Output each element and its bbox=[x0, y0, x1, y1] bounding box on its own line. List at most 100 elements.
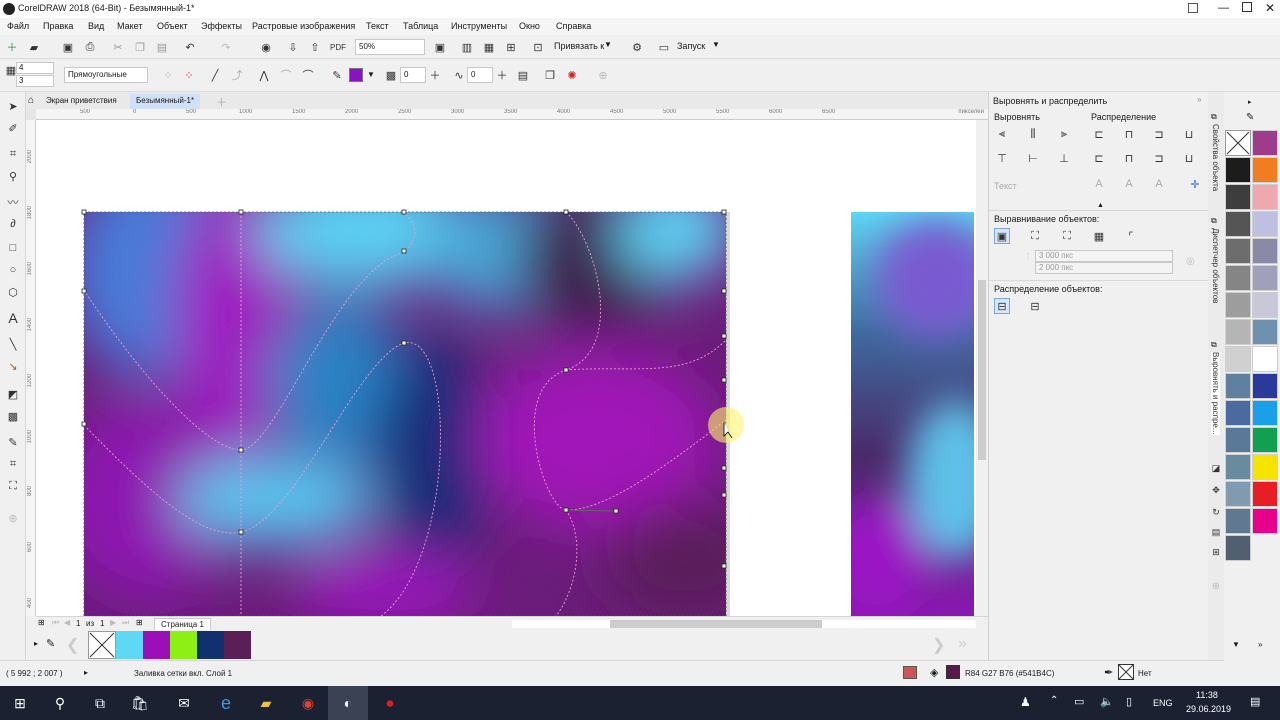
dist-middle-icon[interactable]: ⊓ bbox=[1121, 150, 1137, 166]
new-tab-icon[interactable]: ＋ bbox=[216, 94, 227, 110]
launch-dropdown[interactable]: Запуск bbox=[677, 41, 705, 51]
transparency-field[interactable]: 0 bbox=[400, 67, 426, 83]
palette-swatch[interactable] bbox=[1252, 238, 1278, 264]
second-gradient-object[interactable] bbox=[826, 212, 976, 616]
palette-swatch[interactable] bbox=[1252, 130, 1278, 156]
dock-tool-4-icon[interactable]: ▤ bbox=[1208, 524, 1224, 540]
dist-space-icon[interactable]: ⊔ bbox=[1181, 126, 1197, 142]
align-active-objects-icon[interactable]: ▣ bbox=[994, 228, 1010, 244]
palette-swatch[interactable] bbox=[1252, 292, 1278, 318]
clock-time[interactable]: 11:38 bbox=[1196, 690, 1218, 700]
dist-right-icon[interactable]: ⊐ bbox=[1151, 126, 1167, 142]
palette-swatch[interactable] bbox=[1225, 400, 1251, 426]
options-gear-icon[interactable]: ⚙ bbox=[629, 39, 645, 55]
align-page-center-icon[interactable]: ⛶ bbox=[1059, 228, 1075, 244]
freehand-tool-icon[interactable]: 〰 bbox=[5, 194, 21, 210]
palette-swatch[interactable] bbox=[1225, 454, 1251, 480]
target-point-icon[interactable]: ◎ bbox=[1186, 256, 1195, 267]
x-coord-field[interactable]: 3 000 пкс bbox=[1035, 250, 1173, 262]
palette-swatch[interactable] bbox=[1252, 346, 1278, 372]
battery-icon[interactable]: ▯ bbox=[1126, 695, 1132, 708]
align-right-icon[interactable]: ⫸ bbox=[1056, 126, 1072, 142]
to-line-icon[interactable]: ╱ bbox=[207, 67, 223, 83]
artwork-svg[interactable] bbox=[36, 120, 976, 616]
ellipse-tool-icon[interactable]: ○ bbox=[5, 262, 21, 278]
store-icon[interactable]: 🛍 bbox=[120, 686, 160, 720]
menu-table[interactable]: Таблица bbox=[403, 21, 438, 31]
smoothness-icon[interactable]: ∿ bbox=[451, 67, 467, 83]
smooth-node-icon[interactable]: ⌒ bbox=[278, 67, 294, 83]
search-content-icon[interactable]: ◉ bbox=[258, 39, 274, 55]
pick-tool-icon[interactable]: ➤ bbox=[5, 98, 21, 114]
palette-swatch[interactable] bbox=[1252, 373, 1278, 399]
page-add-icon[interactable]: ⊞ bbox=[38, 618, 45, 627]
guidelines-icon[interactable]: ⊞ bbox=[503, 39, 519, 55]
docker-tab-align[interactable]: Выровнять и распре... bbox=[1211, 352, 1220, 435]
align-center-h-icon[interactable]: ⫼ bbox=[1025, 126, 1041, 142]
export-icon[interactable]: ⇧ bbox=[307, 39, 323, 55]
palette-swatch[interactable] bbox=[1225, 238, 1251, 264]
to-curve-icon[interactable]: ⤴ bbox=[229, 67, 245, 83]
zoom-tool-icon[interactable]: ⚲ bbox=[5, 168, 21, 184]
palette-swatch[interactable] bbox=[1252, 454, 1278, 480]
crop-tool-icon[interactable]: ⌗ bbox=[5, 146, 21, 162]
palette-swatch[interactable] bbox=[1225, 346, 1251, 372]
first-page-icon[interactable]: ⏮ bbox=[52, 618, 59, 628]
palette-swatch[interactable] bbox=[1225, 481, 1251, 507]
recorder-icon[interactable]: ⏺ bbox=[370, 686, 410, 720]
transparency-plus-icon[interactable]: ＋ bbox=[427, 67, 443, 83]
palette-swatch[interactable] bbox=[1252, 211, 1278, 237]
chrome-icon[interactable]: ◉ bbox=[288, 686, 328, 720]
palette-swatch[interactable] bbox=[1225, 319, 1251, 345]
last-page-icon[interactable]: ⏭ bbox=[122, 618, 129, 628]
redo-icon[interactable]: ↷ bbox=[218, 39, 234, 55]
rows-field[interactable]: 4 bbox=[16, 62, 54, 74]
palette-swatch[interactable] bbox=[1225, 211, 1251, 237]
fill-color-picker[interactable] bbox=[349, 68, 363, 82]
rectangle-tool-icon[interactable]: □ bbox=[5, 240, 21, 256]
align-grid-icon[interactable]: ▦ bbox=[1091, 228, 1107, 244]
doc-swatch-1[interactable] bbox=[143, 631, 170, 659]
docker-tab-objects[interactable]: Диспетчер объектов bbox=[1211, 228, 1220, 303]
maximize-button[interactable] bbox=[1242, 2, 1252, 12]
palette-scroll-end-icon[interactable]: » bbox=[958, 635, 967, 653]
smoothness-plus-icon[interactable]: ＋ bbox=[494, 67, 510, 83]
palette-eyedropper-icon[interactable]: ✎ bbox=[46, 637, 55, 650]
align-point-icon[interactable]: ⌜ bbox=[1123, 228, 1139, 244]
import-icon[interactable]: ⇩ bbox=[285, 39, 301, 55]
palette-swatch[interactable] bbox=[1225, 427, 1251, 453]
menu-layout[interactable]: Макет bbox=[117, 21, 142, 31]
close-button[interactable]: ✕ bbox=[1265, 1, 1275, 15]
volume-icon[interactable]: 🔈 bbox=[1100, 695, 1114, 708]
doc-swatch-0[interactable] bbox=[116, 631, 143, 659]
symmetric-node-icon[interactable]: ⌒ bbox=[300, 67, 316, 83]
snap-chevron-icon[interactable]: ▼ bbox=[604, 40, 612, 49]
palette-scroll-left-icon[interactable]: ❮ bbox=[66, 635, 79, 655]
tab-welcome[interactable]: Экран приветствия bbox=[40, 94, 123, 109]
palette-swatch[interactable] bbox=[1225, 373, 1251, 399]
edge-browser-icon[interactable]: e bbox=[206, 686, 246, 720]
dock-tool-3-icon[interactable]: ↻ bbox=[1208, 504, 1224, 520]
palette-swatch[interactable] bbox=[1252, 508, 1278, 534]
palette-swatch[interactable] bbox=[1225, 535, 1251, 561]
menu-tools[interactable]: Инструменты bbox=[451, 21, 507, 31]
launch-chevron-icon[interactable]: ▼ bbox=[712, 40, 720, 49]
distribute-selection-icon[interactable]: ⊟ bbox=[994, 298, 1010, 314]
taskbar-search-icon[interactable]: ⚲ bbox=[40, 686, 80, 720]
launch-icon[interactable]: ▭ bbox=[656, 39, 672, 55]
dock-tool-5-icon[interactable]: ⊞ bbox=[1208, 544, 1224, 560]
distribute-page-icon[interactable]: ⊟ bbox=[1027, 298, 1043, 314]
menu-effects[interactable]: Эффекты bbox=[201, 21, 242, 31]
dist-left-icon[interactable]: ⊏ bbox=[1091, 126, 1107, 142]
menu-file[interactable]: Файл bbox=[7, 21, 29, 31]
prev-page-icon[interactable]: ◀ bbox=[64, 618, 70, 627]
open-icon[interactable]: ▰ bbox=[26, 39, 42, 55]
task-view-icon[interactable]: ⧉ bbox=[80, 686, 120, 720]
publish-pdf-icon[interactable]: PDF bbox=[330, 39, 346, 55]
snap-to-dropdown[interactable]: Привязать к bbox=[554, 41, 604, 51]
align-page-edge-icon[interactable]: ⛶ bbox=[1027, 228, 1043, 244]
polygon-tool-icon[interactable]: ⬡ bbox=[5, 284, 21, 300]
mesh-fill-icon[interactable]: ⌗ bbox=[5, 456, 21, 472]
add-page-icon[interactable]: ⊞ bbox=[136, 618, 143, 627]
palette-scroll-down-icon[interactable]: ▼ bbox=[1232, 640, 1240, 649]
